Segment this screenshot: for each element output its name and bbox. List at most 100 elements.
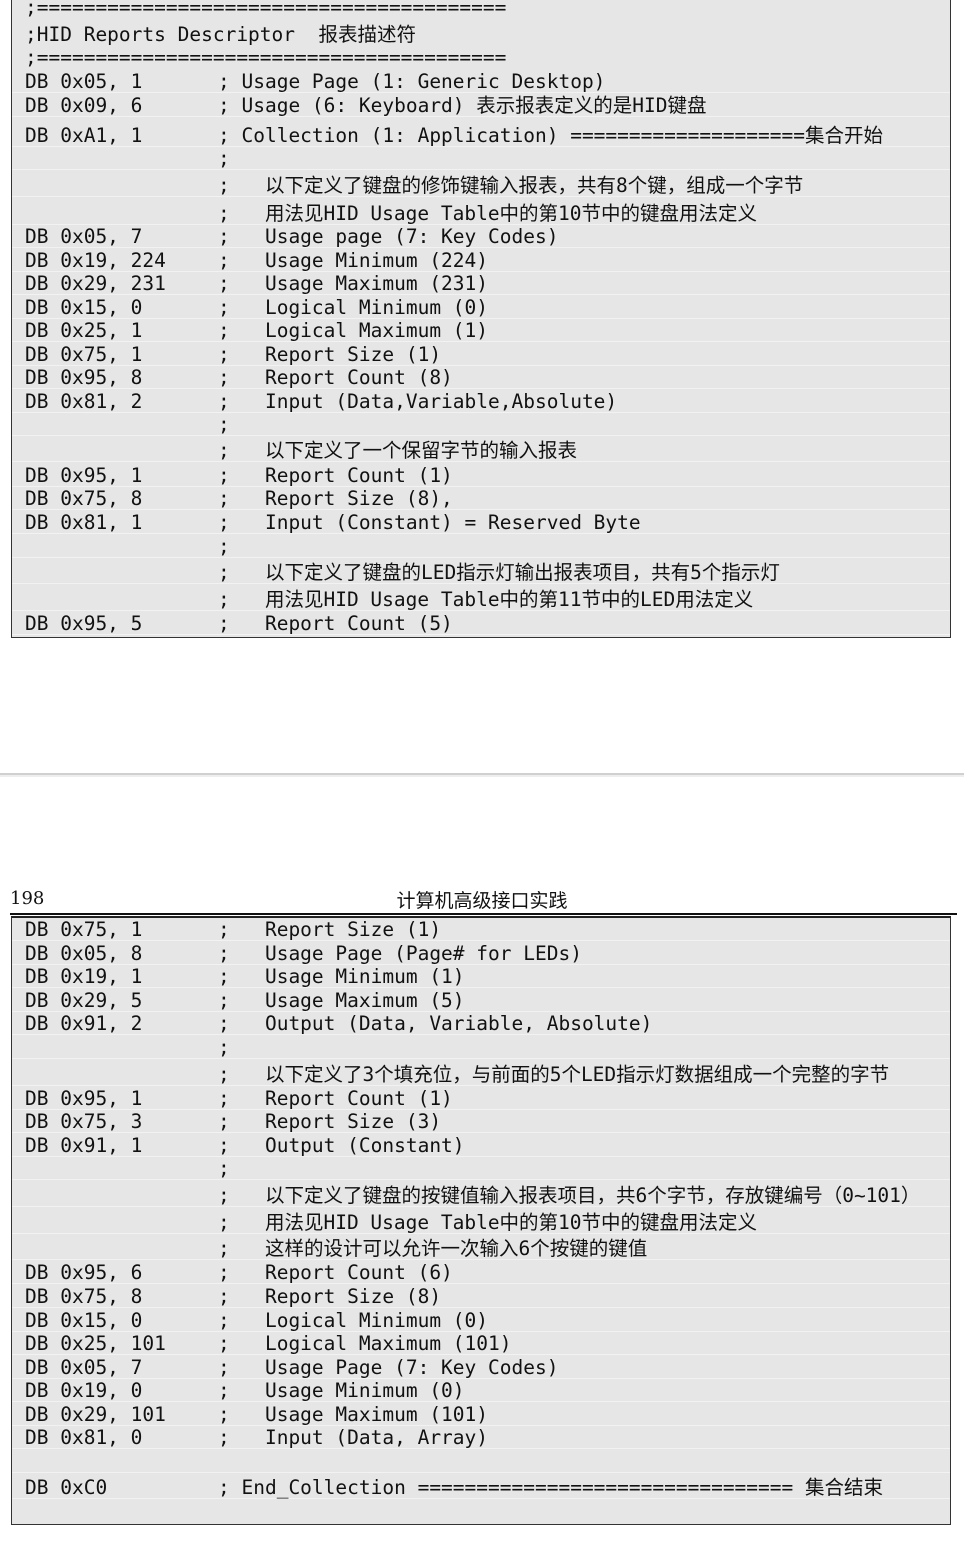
code-block-top: ;=======================================… [11, 0, 951, 638]
code-instruction: DB 0x19, 224 [25, 249, 166, 272]
code-comment: ; 以下定义了3个填充位，与前面的5个LED指示灯数据组成一个完整的字节 [218, 1063, 890, 1086]
code-line: DB 0x05, 7 ; Usage Page (7: Key Codes) [12, 1357, 950, 1379]
code-comment: ; 以下定义了键盘的按键值输入报表项目，共6个字节，存放键编号（0~101） [218, 1184, 921, 1207]
code-block-bottom: DB 0x75, 1 ; Report Size (1) DB 0x05, 8 ; U… [11, 916, 951, 1525]
code-comment: ; 这样的设计可以允许一次输入6个按键的键值 [218, 1237, 648, 1260]
code-comment: ; Report Size (8), [218, 487, 453, 510]
code-line: DB 0x95, 8 ; Report Count (8) [12, 367, 950, 389]
code-line: DB 0x05, 1 ; Usage Page (1: Generic Deskt… [12, 71, 950, 93]
code-line: DB 0x19, 224 ; Usage Minimum (224) [12, 250, 950, 272]
code-line: DB 0x75, 3 ; Report Size (3) [12, 1111, 950, 1133]
code-comment: ; 用法见HID Usage Table中的第10节中的键盘用法定义 [218, 1211, 758, 1234]
page-title: 计算机高级接口实践 [396, 890, 568, 912]
code-line [12, 1451, 950, 1473]
code-instruction: DB 0x91, 1 [25, 1134, 143, 1157]
code-line: DB 0x81, 0 ; Input (Data, Array) [12, 1427, 950, 1449]
header-separator: ;=======================================… [25, 46, 507, 69]
code-comment: ; 用法见HID Usage Table中的第10节中的键盘用法定义 [218, 202, 758, 225]
code-comment: ; [218, 1036, 230, 1059]
code-instruction: DB 0x95, 5 [25, 612, 143, 635]
code-comment: ; Logical Minimum (0) [218, 296, 489, 319]
code-instruction: DB 0xC0 [25, 1476, 108, 1499]
code-instruction: DB 0x29, 101 [25, 1403, 166, 1426]
code-line: ; [12, 536, 950, 558]
code-comment: ; Report Count (8) [218, 366, 453, 389]
code-line: DB 0xA1, 1 ; Collection (1: Application) … [12, 125, 950, 147]
code-line: DB 0x05, 8 ; Usage Page (Page# for LEDs) [12, 942, 950, 965]
code-comment: ; 以下定义了一个保留字节的输入报表 [218, 439, 577, 462]
code-comment: ; Report Count (1) [218, 464, 453, 487]
code-line: ; 以下定义了键盘的修饰键输入报表，共有8个键，组成一个字节 [12, 175, 950, 197]
code-instruction: DB 0x95, 1 [25, 1087, 143, 1110]
code-comment: ; Input (Constant) = Reserved Byte [218, 511, 641, 534]
code-instruction: DB 0x05, 7 [25, 225, 143, 248]
code-line: ; [12, 148, 950, 170]
code-comment: ; Logical Maximum (1) [218, 319, 489, 342]
code-line: DB 0x25, 101 ; Logical Maximum (101) [12, 1333, 950, 1355]
code-comment: ; Usage Page (7: Key Codes) [218, 1356, 559, 1379]
code-instruction: DB 0x95, 1 [25, 464, 143, 487]
code-instruction: DB 0x81, 0 [25, 1426, 143, 1449]
code-instruction: DB 0x95, 6 [25, 1261, 143, 1284]
code-line: DB 0x95, 6 ; Report Count (6) [12, 1262, 950, 1284]
code-line: DB 0xC0 ; End_Collection ================… [12, 1477, 950, 1499]
code-line: DB 0x19, 1 ; Usage Minimum (1) [12, 966, 950, 989]
code-line: ; [12, 1037, 950, 1059]
code-line: DB 0x29, 5 ; Usage Maximum (5) [12, 988, 950, 1012]
code-instruction: DB 0x15, 0 [25, 1309, 143, 1332]
code-comment: ; 以下定义了键盘的LED指示灯输出报表项目，共有5个指示灯 [218, 561, 780, 584]
code-line: ; 以下定义了3个填充位，与前面的5个LED指示灯数据组成一个完整的字节 [12, 1064, 950, 1086]
code-comment: ; [218, 147, 230, 170]
code-instruction: DB 0x29, 5 [25, 988, 143, 1012]
code-line: DB 0x95, 5 ; Report Count (5) [12, 613, 950, 635]
code-line: DB 0x81, 1 ; Input (Constant) = Reserved … [12, 512, 950, 534]
code-comment: ; Report Size (1) [218, 343, 442, 366]
code-line: ; 以下定义了键盘的按键值输入报表项目，共6个字节，存放键编号（0~101） [12, 1185, 950, 1207]
code-instruction: DB 0x19, 0 [25, 1379, 143, 1402]
code-instruction: DB 0x91, 2 [25, 1012, 143, 1036]
code-line: ; 用法见HID Usage Table中的第10节中的键盘用法定义 [12, 203, 950, 225]
code-instruction: DB 0x75, 1 [25, 918, 143, 941]
code-comment: ; Usage Minimum (224) [218, 249, 489, 272]
code-line: DB 0x19, 0 ; Usage Minimum (0) [12, 1380, 950, 1402]
code-line: DB 0x29, 231 ; Usage Maximum (231) [12, 273, 950, 295]
code-comment: ; Logical Maximum (101) [218, 1332, 512, 1355]
code-comment: ; Report Count (1) [218, 1087, 453, 1110]
code-line: DB 0x75, 8 ; Report Size (8), [12, 488, 950, 510]
code-comment: ; 以下定义了键盘的修饰键输入报表，共有8个键，组成一个字节 [218, 174, 804, 197]
code-comment: ; Usage Minimum (0) [218, 1379, 465, 1402]
header-title: ;HID Reports Descriptor 报表描述符 [25, 23, 416, 46]
code-instruction: DB 0x81, 2 [25, 390, 143, 413]
code-comment: ; [218, 535, 230, 558]
code-line: ; 用法见HID Usage Table中的第10节中的键盘用法定义 [12, 1212, 950, 1234]
code-line: DB 0x91, 2 ; Output (Data, Variable, Abso… [12, 1012, 950, 1036]
code-comment: ; Collection (1: Application) ==========… [218, 124, 883, 147]
code-instruction: DB 0x05, 1 [25, 70, 143, 93]
code-instruction: DB 0xA1, 1 [25, 124, 143, 147]
code-line: ; 以下定义了一个保留字节的输入报表 [12, 440, 950, 462]
header-rule [10, 913, 957, 915]
code-instruction: DB 0x75, 1 [25, 343, 143, 366]
code-line: DB 0x29, 101 ; Usage Maximum (101) [12, 1404, 950, 1426]
code-comment: ; Input (Data,Variable,Absolute) [218, 390, 618, 413]
code-comment: ; Report Size (1) [218, 918, 442, 941]
code-comment: ; [218, 1157, 230, 1180]
code-line: DB 0x25, 1 ; Logical Maximum (1) [12, 320, 950, 342]
code-comment: ; Usage Maximum (231) [218, 272, 489, 295]
code-line: DB 0x75, 1 ; Report Size (1) [12, 919, 950, 941]
code-comment: ; Usage Maximum (101) [218, 1403, 489, 1426]
page-break-separator [0, 773, 964, 787]
code-comment: ; End_Collection =======================… [218, 1476, 883, 1499]
code-comment: ; Report Size (8) [218, 1285, 442, 1308]
code-instruction: DB 0x81, 1 [25, 511, 143, 534]
code-comment: ; Usage page (7: Key Codes) [218, 225, 559, 248]
code-instruction: DB 0x09, 6 [25, 93, 143, 117]
code-comment: ; [218, 413, 230, 436]
code-line: ; [12, 1158, 950, 1180]
header-separator: ;=======================================… [25, 0, 507, 19]
code-instruction: DB 0x29, 231 [25, 272, 166, 295]
code-comment: ; Report Size (3) [218, 1110, 442, 1133]
code-comment: ; Output (Data, Variable, Absolute) [218, 1012, 653, 1036]
code-line: DB 0x75, 8 ; Report Size (8) [12, 1286, 950, 1308]
code-comment: ; Usage Page (1: Generic Desktop) [218, 70, 606, 93]
